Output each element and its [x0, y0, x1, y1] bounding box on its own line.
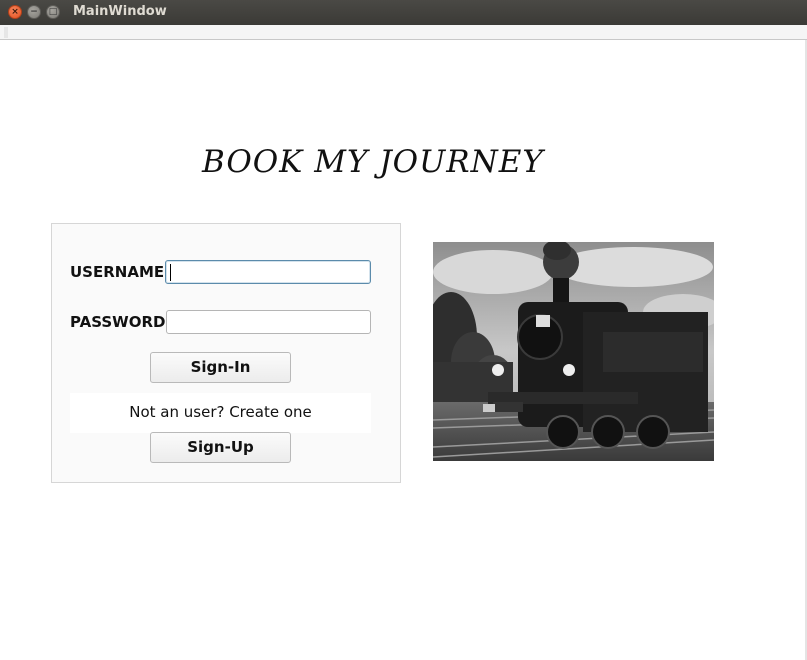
page-title: BOOK MY JOURNEY	[202, 144, 544, 180]
locomotive-photo	[433, 242, 714, 461]
minimize-icon: −	[30, 7, 38, 17]
close-window-button[interactable]: ×	[8, 5, 22, 19]
sign-up-button[interactable]: Sign-Up	[150, 432, 291, 463]
title-bar: × − □ MainWindow	[0, 0, 807, 25]
close-icon: ×	[11, 7, 19, 17]
create-account-prompt: Not an user? Create one	[129, 403, 312, 421]
username-label: USERNAME	[70, 263, 165, 281]
toolbar-grip-handle[interactable]	[4, 27, 8, 38]
minimize-window-button[interactable]: −	[27, 5, 41, 19]
password-label: PASSWORD	[70, 313, 166, 331]
toolbar	[0, 25, 807, 40]
password-input[interactable]	[166, 310, 371, 334]
sign-in-button[interactable]: Sign-In	[150, 352, 291, 383]
steam-locomotive-icon	[433, 242, 714, 461]
maximize-window-button[interactable]: □	[46, 5, 60, 19]
window-title: MainWindow	[73, 4, 167, 19]
text-cursor	[170, 264, 171, 281]
maximize-icon: □	[48, 7, 58, 17]
username-input[interactable]	[165, 260, 371, 284]
